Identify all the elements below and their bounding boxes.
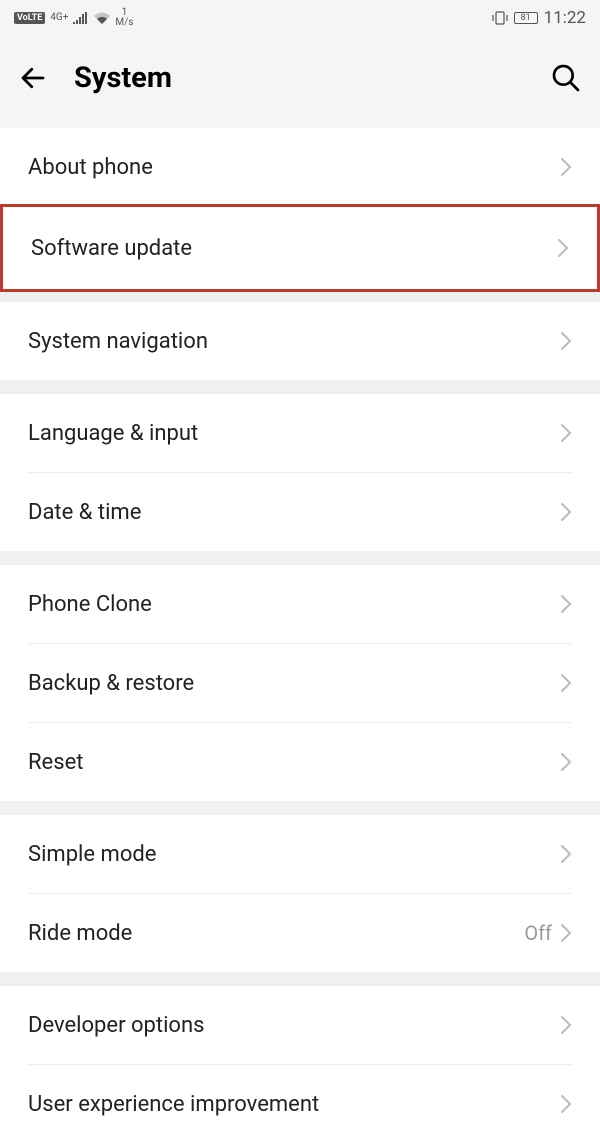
app-header: System [0,36,600,128]
row-label: Backup & restore [28,671,560,696]
chevron-right-icon [560,157,572,177]
row-label: Date & time [28,500,560,525]
chevron-right-icon [560,752,572,772]
chevron-right-icon [560,923,572,943]
wifi-icon [94,12,110,24]
speed-unit: M/s [115,18,133,28]
row-label: Reset [28,750,560,775]
page-title: System [74,61,550,95]
status-right: 81 11:22 [492,8,586,28]
row-label: Ride mode [28,921,524,946]
back-icon[interactable] [18,63,48,93]
chevron-right-icon [560,331,572,351]
group-3: Language & input Date & time [0,394,600,551]
row-label: About phone [28,155,560,180]
network-label: 4G+ [50,13,68,23]
row-date-time[interactable]: Date & time [0,473,600,551]
row-backup-restore[interactable]: Backup & restore [0,644,600,722]
chevron-right-icon [560,1015,572,1035]
row-system-navigation[interactable]: System navigation [0,302,600,380]
chevron-right-icon [560,1094,572,1114]
row-value: Off [524,921,552,945]
row-label: Phone Clone [28,592,560,617]
row-label: Software update [31,236,557,261]
chevron-right-icon [560,423,572,443]
chevron-right-icon [560,844,572,864]
status-bar: VoLTE 4G+ 1 M/s 81 11:22 [0,0,600,36]
chevron-right-icon [560,594,572,614]
volte-badge: VoLTE [14,12,45,24]
chevron-right-icon [557,238,569,258]
group-6: Developer options User experience improv… [0,986,600,1143]
row-label: Developer options [28,1013,560,1038]
group-1: About phone Software update [0,128,600,292]
chevron-right-icon [560,502,572,522]
status-left: VoLTE 4G+ 1 M/s [14,8,133,28]
row-label: System navigation [28,329,560,354]
clock: 11:22 [544,8,586,28]
row-ride-mode[interactable]: Ride mode Off [0,894,600,972]
row-user-experience[interactable]: User experience improvement [0,1065,600,1143]
chevron-right-icon [560,673,572,693]
battery-icon: 81 [514,12,538,24]
row-label: Simple mode [28,842,560,867]
row-about-phone[interactable]: About phone [0,128,600,206]
group-2: System navigation [0,302,600,380]
row-developer-options[interactable]: Developer options [0,986,600,1064]
battery-level: 81 [521,13,531,23]
network-speed: 1 M/s [115,8,133,28]
row-software-update[interactable]: Software update [0,204,600,292]
content: About phone Software update System navig… [0,128,600,1143]
row-language-input[interactable]: Language & input [0,394,600,472]
row-label: Language & input [28,421,560,446]
signal-icon [73,12,89,24]
row-simple-mode[interactable]: Simple mode [0,815,600,893]
row-phone-clone[interactable]: Phone Clone [0,565,600,643]
row-reset[interactable]: Reset [0,723,600,801]
search-icon[interactable] [550,62,582,94]
vibrate-icon [492,11,508,25]
row-label: User experience improvement [28,1092,560,1117]
group-4: Phone Clone Backup & restore Reset [0,565,600,801]
group-5: Simple mode Ride mode Off [0,815,600,972]
